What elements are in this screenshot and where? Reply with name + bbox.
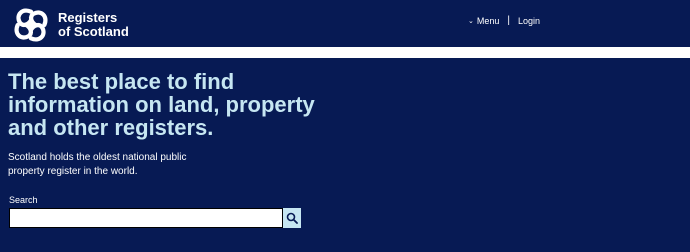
brand-line-1: Registers — [58, 10, 118, 25]
header-separator — [0, 47, 690, 58]
menu-button[interactable]: ⌄ Menu — [468, 16, 499, 26]
site-header: Registers of Scotland ⌄ Menu | Login — [0, 0, 690, 47]
menu-label: Menu — [476, 15, 500, 26]
search-input[interactable] — [9, 208, 283, 228]
brand-name: Registers of Scotland — [58, 11, 129, 39]
hero-subtitle: Scotland holds the oldest national publi… — [8, 152, 187, 177]
brand-line-2: of Scotland — [58, 24, 129, 39]
site-logo[interactable]: Registers of Scotland — [12, 6, 129, 44]
chevron-down-icon: ⌄ — [467, 17, 474, 25]
login-link[interactable]: Login — [518, 16, 540, 26]
hero-title: The best place to find information on la… — [8, 69, 315, 140]
search-icon — [286, 212, 298, 224]
hero-section: The best place to find information on la… — [0, 58, 690, 252]
celtic-knot-logo-icon — [14, 8, 48, 42]
search-form — [9, 208, 301, 228]
search-button[interactable] — [283, 208, 301, 228]
nav-divider: | — [507, 15, 510, 26]
header-nav: ⌄ Menu | Login — [468, 15, 540, 26]
search-label: Search — [9, 195, 38, 205]
